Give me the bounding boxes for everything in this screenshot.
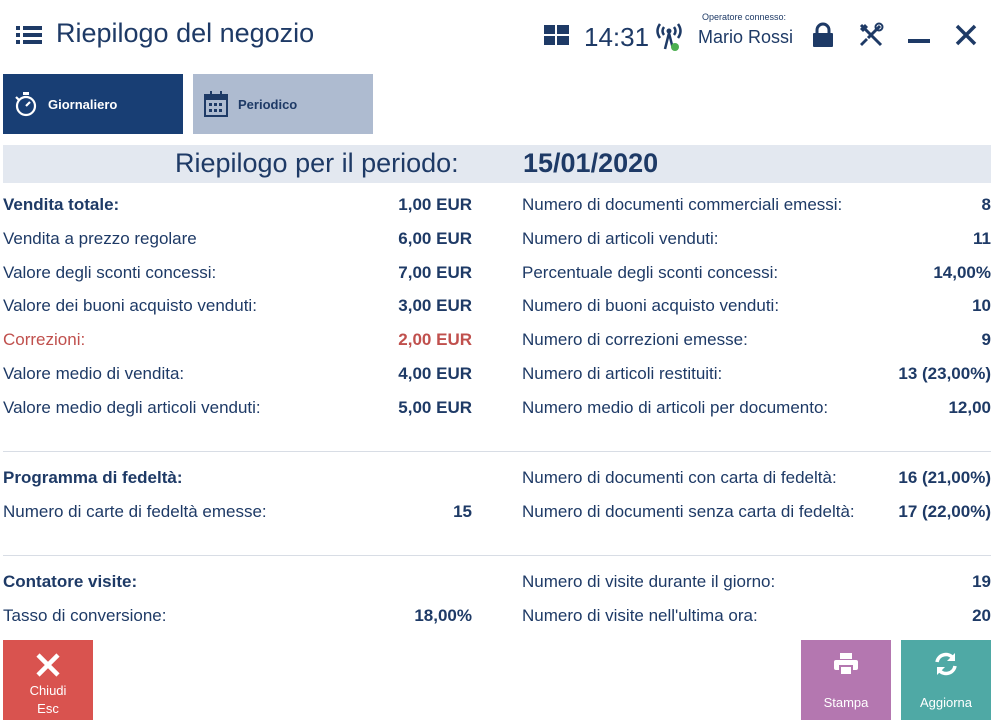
refresh-button-label: Aggiorna	[919, 695, 973, 710]
average-items-per-document-label: Numero medio di articoli per documento:	[522, 398, 829, 417]
corrections-issued-label: Numero di correzioni emesse:	[522, 330, 748, 349]
corrections-value: 2,00 EUR	[398, 330, 472, 349]
operator-caption: Operatore connesso:	[702, 12, 787, 22]
average-item-value-value: 5,00 EUR	[398, 398, 472, 417]
items-returned-value: 13 (23,00%)	[898, 364, 991, 383]
daily-visits-label: Numero di visite durante il giorno:	[522, 572, 776, 591]
discount-percentage-value: 14,00%	[933, 263, 991, 282]
total-sales-label: Vendita totale:	[3, 195, 120, 214]
vouchers-value-label: Valore dei buoni acquisto venduti:	[3, 296, 257, 315]
regular-price-sales-value: 6,00 EUR	[398, 229, 472, 248]
close-icon[interactable]	[955, 24, 977, 46]
clock: 14:31	[584, 22, 650, 52]
total-sales-value: 1,00 EUR	[398, 195, 472, 214]
close-button[interactable]: Chiudi Esc	[3, 640, 93, 720]
section-divider	[3, 555, 991, 556]
close-button-label: Chiudi	[29, 683, 67, 698]
documents-issued-value: 8	[981, 195, 991, 214]
close-x-icon	[36, 653, 60, 677]
documents-without-card-value: 17 (22,00%)	[898, 502, 991, 521]
last-hour-visits-label: Numero di visite nell'ultima ora:	[522, 606, 758, 625]
print-button-label: Stampa	[823, 695, 869, 710]
tab-daily[interactable]: Giornaliero	[3, 74, 183, 134]
corrections-issued-value: 9	[981, 330, 991, 349]
period-header: Riepilogo per il periodo: 15/01/2020	[3, 145, 991, 183]
tools-icon[interactable]	[858, 22, 884, 48]
documents-issued-label: Numero di documenti commerciali emessi:	[522, 195, 843, 214]
loyalty-heading: Programma di fedeltà:	[3, 468, 183, 487]
refresh-icon	[935, 652, 957, 676]
regular-price-sales-label: Vendita a prezzo regolare	[3, 229, 197, 248]
documents-with-card-value: 16 (21,00%)	[898, 468, 991, 487]
loyalty-cards-label: Numero di carte di fedeltà emesse:	[3, 502, 267, 521]
last-hour-visits-value: 20	[972, 606, 991, 625]
operator-name: Mario Rossi	[698, 27, 794, 47]
minimize-icon[interactable]	[908, 38, 930, 44]
average-item-value-label: Valore medio degli articoli venduti:	[3, 398, 261, 417]
period-label: Riepilogo per il periodo:	[175, 148, 459, 178]
documents-with-card-label: Numero di documenti con carta di fedeltà…	[522, 468, 837, 487]
menu-icon[interactable]	[16, 24, 42, 46]
items-returned-label: Numero di articoli restituiti:	[522, 364, 723, 383]
vouchers-sold-value: 10	[972, 296, 991, 315]
stopwatch-icon	[15, 92, 37, 117]
discounts-value-value: 7,00 EUR	[398, 263, 472, 282]
discount-percentage-label: Percentuale degli sconti concessi:	[522, 263, 779, 282]
loyalty-cards-value: 15	[453, 502, 472, 521]
corrections-label: Correzioni:	[3, 330, 86, 349]
header-bar: Riepilogo del negozio 14:31 Operatore co…	[0, 0, 1000, 72]
antenna-icon	[656, 23, 682, 51]
period-value: 15/01/2020	[523, 148, 659, 178]
daily-visits-value: 19	[972, 572, 991, 591]
visits-heading: Contatore visite:	[3, 572, 138, 591]
average-items-per-document-value: 12,00	[948, 398, 991, 417]
items-sold-label: Numero di articoli venduti:	[522, 229, 719, 248]
conversion-rate-label: Tasso di conversione:	[3, 606, 167, 625]
discounts-value-label: Valore degli sconti concessi:	[3, 263, 217, 282]
tab-periodic-label: Periodico	[238, 97, 298, 112]
print-button[interactable]: Stampa	[801, 640, 891, 720]
refresh-button[interactable]: Aggiorna	[901, 640, 991, 720]
page-title: Riepilogo del negozio	[56, 18, 315, 48]
average-sale-value: 4,00 EUR	[398, 364, 472, 383]
calendar-icon	[204, 91, 228, 117]
documents-without-card-label: Numero di documenti senza carta di fedel…	[522, 502, 855, 521]
tab-periodic[interactable]: Periodico	[193, 74, 373, 134]
section-divider	[3, 451, 991, 452]
close-button-shortcut: Esc	[37, 701, 59, 716]
grid-icon[interactable]	[544, 25, 569, 45]
vouchers-value-value: 3,00 EUR	[398, 296, 472, 315]
average-sale-label: Valore medio di vendita:	[3, 364, 185, 383]
vouchers-sold-label: Numero di buoni acquisto venduti:	[522, 296, 780, 315]
lock-icon[interactable]	[812, 22, 834, 48]
printer-icon	[834, 653, 858, 676]
tab-daily-label: Giornaliero	[48, 97, 118, 112]
conversion-rate-value: 18,00%	[414, 606, 472, 625]
items-sold-value: 11	[973, 229, 991, 248]
